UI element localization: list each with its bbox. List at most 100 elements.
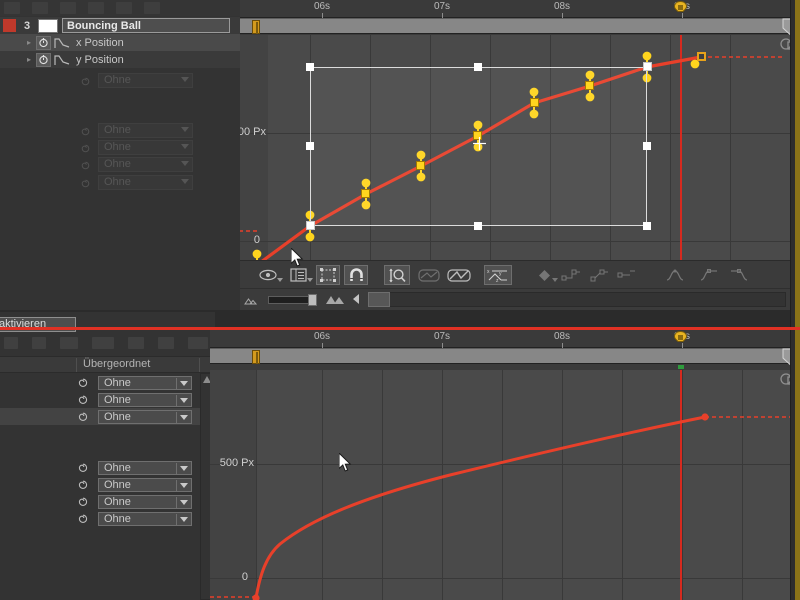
- ghost-tool-icon: [92, 337, 114, 349]
- ghost-tool-icon: [158, 337, 174, 349]
- keyframe-marker[interactable]: [697, 52, 706, 61]
- time-marker-icon-bottom[interactable]: [673, 331, 688, 348]
- selection-handle-tl[interactable]: [306, 63, 314, 71]
- pickwhip-spiral-icon: [80, 76, 91, 87]
- parent-dropdown[interactable]: Ohne: [98, 461, 192, 475]
- parent-dropdown[interactable]: Ohne: [98, 376, 192, 390]
- time-marker-icon-top[interactable]: [673, 1, 688, 18]
- pickwhip-spiral-icon[interactable]: [77, 513, 89, 525]
- snap-icon[interactable]: [344, 265, 368, 285]
- graph-editor-toolbar: xyz: [240, 260, 800, 288]
- horizontal-scroll-track[interactable]: [368, 292, 786, 307]
- parent-dropdown[interactable]: Ohne: [98, 478, 192, 492]
- parent-row[interactable]: Ohne: [0, 493, 200, 510]
- svg-text:y: y: [499, 271, 502, 277]
- pickwhip-spiral-icon: [80, 143, 91, 154]
- ghost-parent-dropdown: Ohne: [98, 157, 193, 172]
- ghost-tool-icon: [4, 337, 18, 349]
- parent-row[interactable]: Ohne: [0, 391, 200, 408]
- selection-handle-mr[interactable]: [643, 142, 651, 150]
- ghost-tool-icon: [128, 337, 144, 349]
- auto-zoom-height-icon[interactable]: [384, 265, 410, 285]
- graph-curve-icon[interactable]: [54, 36, 71, 49]
- ghost-tool-icon: [88, 2, 104, 14]
- easy-ease-in-icon[interactable]: [698, 265, 724, 285]
- parent-dropdown[interactable]: Ohne: [98, 393, 192, 407]
- selection-handle-ml[interactable]: [306, 142, 314, 150]
- property-row-y-position[interactable]: ▸ y Position: [0, 51, 240, 68]
- svg-text:z: z: [496, 278, 499, 283]
- pickwhip-spiral-icon[interactable]: [77, 394, 89, 406]
- pickwhip-spiral-icon[interactable]: [77, 479, 89, 491]
- separate-dimensions-icon[interactable]: xyz: [484, 265, 512, 285]
- zoom-slider-track[interactable]: [268, 296, 312, 304]
- twirl-arrow-icon[interactable]: ▸: [24, 55, 34, 64]
- fit-selection-icon[interactable]: [416, 265, 442, 285]
- parent-row[interactable]: Ohne: [0, 374, 200, 391]
- show-selected-properties-icon[interactable]: [258, 265, 278, 285]
- ghost-tool-icon: [144, 2, 160, 14]
- work-area-bar-top[interactable]: [240, 18, 800, 34]
- work-area-start-handle[interactable]: [252, 350, 260, 364]
- show-transform-box-icon[interactable]: [316, 265, 340, 285]
- parent-row[interactable]: Ohne: [0, 476, 200, 493]
- horizontal-scroll-thumb[interactable]: [368, 292, 390, 307]
- fit-all-graphs-icon[interactable]: [446, 265, 472, 285]
- layer-source-swatch: [38, 19, 58, 33]
- ruler-label: 08s: [554, 331, 570, 342]
- property-label-y-position: y Position: [76, 54, 124, 66]
- selection-handle-tc[interactable]: [474, 63, 482, 71]
- parent-row[interactable]: Ohne: [0, 459, 200, 476]
- small-mountain-icon[interactable]: [244, 296, 257, 308]
- ghost-parent-dropdown: Ohne: [98, 140, 193, 155]
- layer-row-bouncing-ball[interactable]: 3 Bouncing Ball: [0, 17, 240, 34]
- easy-ease-icon[interactable]: [665, 265, 691, 285]
- work-area-start-handle[interactable]: [252, 20, 260, 34]
- position-curve-svg-bottom: [210, 370, 800, 600]
- linear-keyframe-icon[interactable]: [588, 265, 610, 285]
- keyframe-marker[interactable]: [643, 62, 652, 71]
- selection-handle-bc[interactable]: [474, 222, 482, 230]
- keyframe-marker[interactable]: [530, 98, 539, 107]
- work-area-bar-bottom[interactable]: [210, 348, 800, 364]
- stopwatch-icon[interactable]: [36, 53, 51, 67]
- timeline-ruler-bottom[interactable]: 06s 07s 08s 09s: [210, 330, 800, 348]
- keyframe-marker[interactable]: [306, 221, 315, 230]
- keyframe-marker[interactable]: [416, 161, 425, 170]
- zoom-slider-thumb[interactable]: [308, 294, 317, 306]
- layer-outline-panel: 3 Bouncing Ball ▸ x Position ▸: [0, 0, 240, 310]
- ruler-label: 06s: [314, 331, 330, 342]
- column-header-uebergeordnet[interactable]: Übergeordnet: [76, 358, 200, 372]
- keyframe-marker[interactable]: [585, 81, 594, 90]
- keyframe-type-icon[interactable]: [535, 265, 553, 285]
- layer-color-chip[interactable]: [3, 19, 16, 32]
- keyframe-marker[interactable]: [361, 189, 370, 198]
- parent-dropdown[interactable]: Ohne: [98, 410, 192, 424]
- parent-row[interactable]: Ohne: [0, 510, 200, 527]
- parent-dropdown[interactable]: Ohne: [98, 495, 192, 509]
- selection-handle-br[interactable]: [643, 222, 651, 230]
- auto-bezier-icon[interactable]: [615, 265, 637, 285]
- twirl-arrow-icon[interactable]: ▸: [24, 38, 34, 47]
- parent-dropdown[interactable]: Ohne: [98, 512, 192, 526]
- column-header-row: Übergeordnet: [0, 356, 215, 373]
- value-graph-plot-top[interactable]: 500 Px 0: [240, 35, 800, 280]
- pickwhip-spiral-icon[interactable]: [77, 496, 89, 508]
- ghost-tool-icon: [60, 2, 76, 14]
- parent-row[interactable]: Ohne: [0, 408, 200, 425]
- timeline-ruler-top[interactable]: 06s 07s 08s 09s: [240, 0, 800, 18]
- value-graph-plot-bottom[interactable]: 500 Px 0: [210, 370, 800, 600]
- ghost-shield-icon: [32, 337, 46, 349]
- pickwhip-spiral-icon[interactable]: [77, 462, 89, 474]
- hold-keyframe-icon[interactable]: [560, 265, 582, 285]
- scroll-left-arrow[interactable]: [353, 294, 359, 304]
- graph-editor-panel: 06s 07s 08s 09s: [240, 0, 800, 310]
- stopwatch-icon[interactable]: [36, 36, 51, 50]
- pickwhip-spiral-icon[interactable]: [77, 377, 89, 389]
- graph-curve-icon[interactable]: [54, 53, 71, 66]
- large-mountain-icon[interactable]: [325, 294, 345, 308]
- pickwhip-spiral-icon[interactable]: [77, 411, 89, 423]
- layer-name-field[interactable]: Bouncing Ball: [62, 18, 230, 33]
- easy-ease-out-icon[interactable]: [728, 265, 754, 285]
- property-row-x-position[interactable]: ▸ x Position: [0, 34, 240, 51]
